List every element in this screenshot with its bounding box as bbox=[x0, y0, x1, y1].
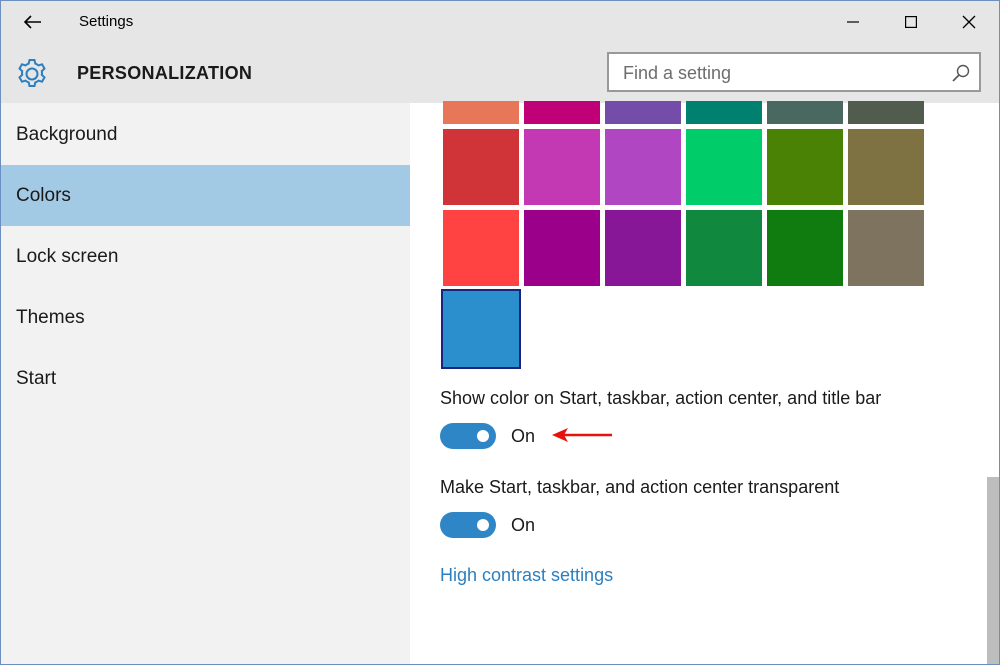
close-icon bbox=[962, 15, 976, 29]
toggle-knob bbox=[477, 519, 489, 531]
color-swatch[interactable] bbox=[767, 129, 843, 205]
sidebar-item-background[interactable]: Background bbox=[1, 104, 410, 165]
sidebar-item-label: Lock screen bbox=[16, 245, 119, 267]
sidebar: Background Colors Lock screen Themes Sta… bbox=[1, 103, 410, 664]
color-swatch[interactable] bbox=[605, 129, 681, 205]
maximize-button[interactable] bbox=[883, 1, 939, 43]
color-swatch[interactable] bbox=[848, 101, 924, 124]
back-button[interactable] bbox=[13, 7, 53, 37]
show-color-label: Show color on Start, taskbar, action cen… bbox=[440, 388, 882, 408]
color-swatch[interactable] bbox=[524, 101, 600, 124]
color-swatch[interactable] bbox=[605, 101, 681, 124]
show-color-state: On bbox=[511, 426, 536, 446]
color-swatch[interactable] bbox=[767, 101, 843, 124]
sidebar-item-themes[interactable]: Themes bbox=[1, 287, 410, 348]
sidebar-item-colors[interactable]: Colors bbox=[1, 165, 410, 226]
color-swatch[interactable] bbox=[524, 129, 600, 205]
show-color-toggle[interactable] bbox=[440, 423, 496, 449]
back-arrow-icon bbox=[24, 15, 41, 29]
search-box[interactable] bbox=[607, 52, 981, 92]
search-icon[interactable] bbox=[951, 63, 971, 83]
minimize-button[interactable] bbox=[825, 1, 881, 43]
toggle-knob bbox=[477, 430, 489, 442]
page-header: PERSONALIZATION bbox=[1, 43, 999, 103]
color-swatch[interactable] bbox=[848, 210, 924, 286]
search-input[interactable] bbox=[621, 60, 945, 86]
transparent-state: On bbox=[511, 515, 536, 535]
color-swatch[interactable] bbox=[686, 210, 762, 286]
gear-icon bbox=[18, 59, 46, 87]
colors-content: Show color on Start, taskbar, action cen… bbox=[410, 101, 983, 664]
color-swatch[interactable] bbox=[443, 129, 519, 205]
title-bar: Settings bbox=[1, 1, 999, 43]
close-button[interactable] bbox=[941, 1, 997, 43]
color-swatch[interactable] bbox=[767, 210, 843, 286]
color-swatch[interactable] bbox=[605, 210, 681, 286]
sidebar-item-label: Themes bbox=[16, 306, 85, 328]
color-swatch[interactable] bbox=[848, 129, 924, 205]
window-title: Settings bbox=[79, 13, 134, 30]
high-contrast-settings-link[interactable]: High contrast settings bbox=[440, 565, 613, 586]
minimize-icon bbox=[847, 21, 859, 23]
settings-window: Settings PERSONALIZATION Find a setting … bbox=[0, 0, 1000, 665]
sidebar-item-lock-screen[interactable]: Lock screen bbox=[1, 226, 410, 287]
content-scrollbar[interactable] bbox=[983, 103, 999, 664]
sidebar-item-label: Colors bbox=[16, 184, 71, 206]
color-swatch[interactable] bbox=[443, 210, 519, 286]
sidebar-item-start[interactable]: Start bbox=[1, 348, 410, 409]
color-swatch[interactable] bbox=[686, 129, 762, 205]
color-swatch[interactable] bbox=[443, 101, 519, 124]
section-title: PERSONALIZATION bbox=[77, 63, 253, 83]
color-swatch[interactable] bbox=[524, 210, 600, 286]
transparent-toggle[interactable] bbox=[440, 512, 496, 538]
maximize-icon bbox=[905, 16, 917, 28]
color-swatch[interactable] bbox=[441, 289, 521, 369]
sidebar-item-label: Background bbox=[16, 123, 118, 145]
red-arrow-annotation-icon bbox=[552, 428, 612, 442]
color-swatch[interactable] bbox=[686, 101, 762, 124]
sidebar-item-label: Start bbox=[16, 367, 57, 389]
transparent-label: Make Start, taskbar, and action center t… bbox=[440, 477, 840, 497]
scrollbar-thumb[interactable] bbox=[987, 477, 999, 664]
